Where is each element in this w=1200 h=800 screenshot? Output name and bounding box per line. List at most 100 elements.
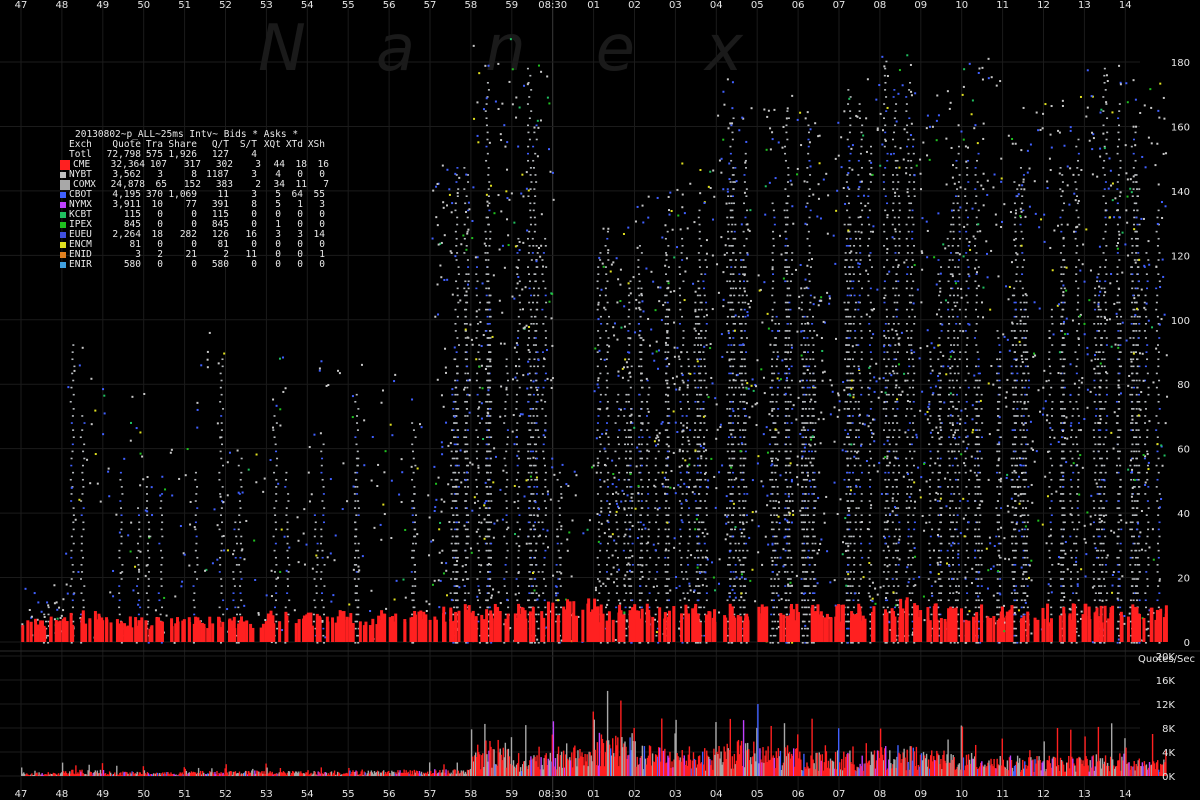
- quote-mark: [648, 521, 651, 524]
- quote-mark: [742, 230, 745, 233]
- quote-mark: [355, 478, 358, 481]
- quote-mark: [196, 578, 199, 580]
- quote-mark: [505, 450, 508, 453]
- quote-mark: [627, 315, 630, 318]
- quote-mark: [681, 237, 684, 240]
- quote-mark: [486, 131, 489, 134]
- quote-mark: [704, 556, 707, 559]
- quote-mark: [731, 81, 734, 84]
- quote-mark: [706, 532, 709, 535]
- quote-mark: [705, 493, 708, 495]
- quote-mark: [697, 280, 700, 283]
- quote-mark: [103, 412, 106, 415]
- quote-mark: [420, 426, 423, 429]
- quote-mark: [489, 571, 492, 573]
- quote-mark: [667, 422, 670, 424]
- quote-mark: [517, 535, 520, 538]
- quote-mark: [451, 457, 454, 460]
- quote-mark: [742, 464, 745, 467]
- quote-mark: [71, 606, 74, 609]
- quote-mark: [606, 500, 609, 502]
- quote-mark: [514, 376, 517, 379]
- quote-mark: [725, 495, 728, 498]
- quote-mark: [136, 585, 139, 587]
- quote-mark: [606, 457, 609, 460]
- quote-mark: [513, 221, 516, 224]
- quote-mark: [475, 358, 478, 361]
- quote-mark: [241, 548, 244, 551]
- quote-mark: [518, 386, 521, 389]
- quote-mark: [786, 110, 789, 112]
- quote-mark: [425, 600, 428, 603]
- quote-mark: [184, 474, 187, 477]
- quote-mark: [636, 246, 639, 249]
- quote-mark: [617, 436, 620, 439]
- quote-mark: [516, 422, 519, 424]
- quote-mark: [479, 301, 482, 304]
- quote-mark: [679, 228, 682, 231]
- quote-mark: [682, 393, 685, 396]
- minute-quote-column: [430, 164, 474, 644]
- quote-mark: [623, 578, 626, 580]
- quote-mark: [363, 464, 366, 467]
- quote-mark: [801, 549, 804, 552]
- quote-mark: [171, 494, 174, 497]
- quote-mark: [729, 145, 732, 148]
- quote-mark: [682, 337, 685, 339]
- quote-mark: [413, 493, 416, 495]
- quote-mark: [770, 585, 773, 587]
- quote-mark: [120, 542, 123, 545]
- quote-mark: [733, 358, 736, 361]
- quote-mark: [71, 372, 74, 375]
- quote-mark: [489, 415, 492, 417]
- quote-mark: [390, 479, 393, 482]
- quote-mark: [434, 506, 437, 509]
- quote-mark: [655, 521, 658, 524]
- quote-mark: [286, 521, 289, 524]
- quote-mark: [703, 436, 706, 439]
- quote-mark: [456, 192, 459, 195]
- quote-mark: [528, 556, 531, 559]
- quote-mark: [699, 422, 702, 424]
- quote-mark: [597, 578, 600, 580]
- quote-mark: [72, 344, 75, 346]
- quote-mark: [703, 634, 706, 637]
- quote-mark: [742, 457, 745, 460]
- quote-mark: [139, 431, 142, 434]
- quote-mark: [697, 507, 700, 509]
- quote-mark: [655, 634, 658, 637]
- quote-mark: [24, 587, 27, 590]
- quote-mark: [400, 501, 403, 504]
- quote-mark: [704, 528, 707, 531]
- quote-mark: [630, 443, 633, 446]
- quote-mark: [677, 355, 680, 358]
- quote-mark: [437, 476, 440, 479]
- quote-mark: [329, 552, 332, 555]
- quote-mark: [556, 528, 559, 531]
- cme-quote-mark: [513, 613, 517, 642]
- quote-mark: [739, 450, 742, 453]
- cme-quote-mark: [239, 616, 243, 642]
- quote-mark: [487, 223, 490, 226]
- quote-mark: [629, 292, 632, 295]
- quote-mark: [640, 344, 643, 346]
- quote-mark: [220, 393, 223, 396]
- quote-mark: [475, 429, 478, 431]
- quote-mark: [743, 202, 746, 205]
- quote-mark: [731, 315, 734, 318]
- quote-mark: [488, 372, 491, 375]
- quote-mark: [789, 585, 792, 587]
- quote-mark: [746, 314, 749, 317]
- quote-mark: [709, 342, 712, 345]
- quote-mark: [788, 266, 791, 268]
- quote-mark: [597, 266, 600, 268]
- quote-mark: [717, 582, 720, 585]
- quote-mark: [599, 358, 602, 361]
- quote-mark: [556, 542, 559, 545]
- quote-mark: [531, 237, 534, 240]
- quote-mark: [357, 549, 360, 552]
- quote-mark: [681, 642, 684, 644]
- quote-mark: [436, 283, 439, 286]
- quote-mark: [435, 185, 438, 188]
- quote-mark: [784, 422, 787, 424]
